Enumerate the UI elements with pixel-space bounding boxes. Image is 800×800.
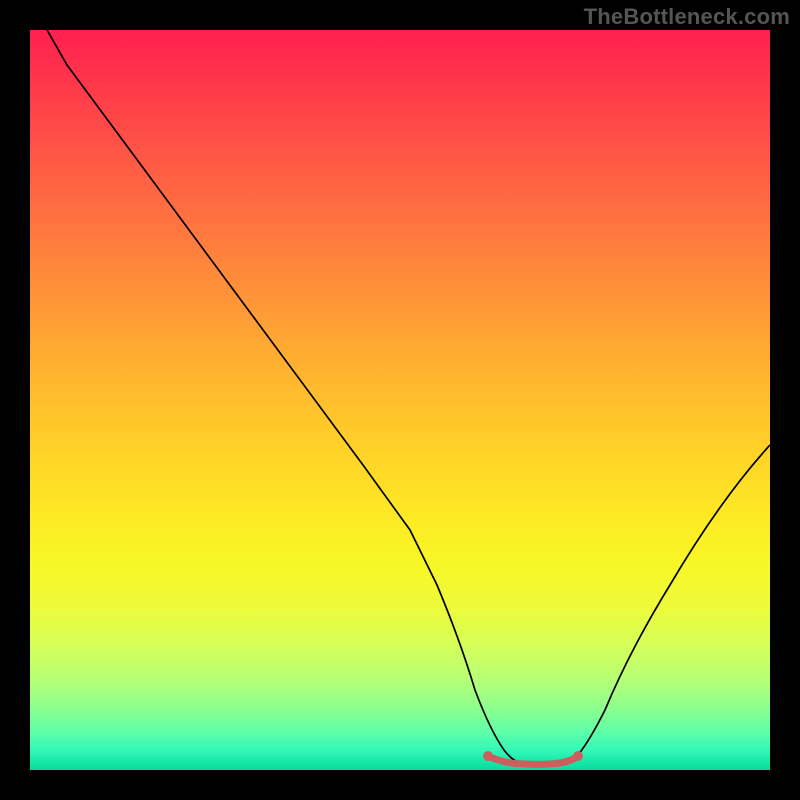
optimal-band-start-dot — [483, 751, 493, 761]
optimal-band-end-dot — [573, 751, 583, 761]
watermark-text: TheBottleneck.com — [584, 4, 790, 30]
bottleneck-curve — [30, 30, 770, 764]
optimal-band — [488, 756, 578, 764]
plot-area — [30, 30, 770, 770]
curve-svg — [30, 30, 770, 770]
chart-frame: TheBottleneck.com — [0, 0, 800, 800]
